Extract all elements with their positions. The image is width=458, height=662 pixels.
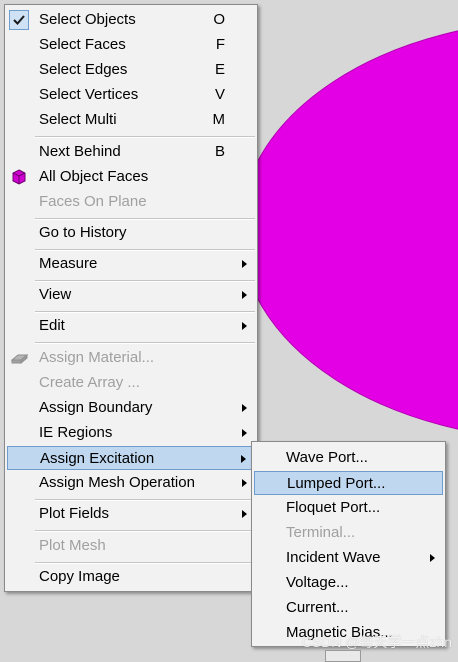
menu-item-shortcut: F xyxy=(215,36,225,53)
menu-item-label: Select Faces xyxy=(39,36,126,53)
submenu-item-floquet-port[interactable]: Floquet Port... xyxy=(252,496,445,520)
menu-item-label: Lumped Port... xyxy=(287,475,386,492)
menu-item-shortcut: B xyxy=(214,143,225,160)
menu-item-label: Select Multi xyxy=(39,111,117,128)
menu-item-label: Faces On Plane xyxy=(39,193,147,210)
submenu-arrow-icon xyxy=(242,260,247,268)
menu-item-assign-excitation[interactable]: Assign Excitation xyxy=(7,446,255,470)
menu-item-shortcut: E xyxy=(214,61,225,78)
3d-viewport[interactable]: Select Objects O Select Faces F Select E… xyxy=(0,0,458,662)
submenu-item-voltage[interactable]: Voltage... xyxy=(252,571,445,595)
menu-item-label: Next Behind xyxy=(39,143,121,160)
menu-item-plot-fields[interactable]: Plot Fields xyxy=(5,502,257,526)
menu-item-select-edges[interactable]: Select Edges E xyxy=(5,58,257,82)
watermark: CSDN @每天学一点zhn xyxy=(301,634,452,650)
menu-item-label: Wave Port... xyxy=(286,449,368,466)
submenu-arrow-icon xyxy=(242,291,247,299)
menu-item-view[interactable]: View xyxy=(5,283,257,307)
submenu-item-incident-wave[interactable]: Incident Wave xyxy=(252,546,445,570)
menu-item-edit[interactable]: Edit xyxy=(5,314,257,338)
menu-item-label: Assign Excitation xyxy=(40,450,155,467)
submenu-item-terminal[interactable]: Terminal... xyxy=(252,521,445,545)
menu-separator xyxy=(35,562,255,564)
menu-separator xyxy=(35,311,255,313)
menu-item-copy-image[interactable]: Copy Image xyxy=(5,565,257,589)
menu-item-select-vertices[interactable]: Select Vertices V xyxy=(5,83,257,107)
menu-item-shortcut: O xyxy=(213,11,225,28)
menu-separator xyxy=(35,530,255,532)
menu-separator xyxy=(35,342,255,344)
menu-item-label: Voltage... xyxy=(286,574,349,591)
submenu-arrow-icon xyxy=(242,479,247,487)
submenu-arrow-icon xyxy=(430,554,435,562)
submenu-arrow-icon xyxy=(242,429,247,437)
menu-item-label: Select Vertices xyxy=(39,86,139,103)
menu-item-label: Incident Wave xyxy=(286,549,381,566)
menu-item-label: Assign Material... xyxy=(39,349,155,366)
cube-icon xyxy=(9,167,29,187)
menu-item-select-multi[interactable]: Select Multi M xyxy=(5,108,257,132)
menu-item-go-to-history[interactable]: Go to History xyxy=(5,221,257,245)
menu-item-label: All Object Faces xyxy=(39,168,149,185)
menu-item-label: IE Regions xyxy=(39,424,113,441)
menu-item-ie-regions[interactable]: IE Regions xyxy=(5,421,257,445)
menu-item-label: Edit xyxy=(39,317,65,334)
menu-item-label: Select Objects xyxy=(39,11,136,28)
submenu-item-current[interactable]: Current... xyxy=(252,596,445,620)
cylinder-face[interactable] xyxy=(239,20,458,440)
menu-item-label: Create Array ... xyxy=(39,374,140,391)
menu-separator xyxy=(35,136,255,138)
menu-item-label: Go to History xyxy=(39,224,127,241)
submenu-arrow-icon xyxy=(242,510,247,518)
submenu-arrow-icon xyxy=(242,322,247,330)
menu-item-select-faces[interactable]: Select Faces F xyxy=(5,33,257,57)
context-menu: Select Objects O Select Faces F Select E… xyxy=(4,4,258,592)
menu-item-plot-mesh[interactable]: Plot Mesh xyxy=(5,534,257,558)
menu-item-label: Current... xyxy=(286,599,349,616)
submenu-arrow-icon xyxy=(241,455,246,463)
menu-item-measure[interactable]: Measure xyxy=(5,252,257,276)
excitation-submenu: Wave Port... Lumped Port... Floquet Port… xyxy=(251,441,446,647)
submenu-item-lumped-port[interactable]: Lumped Port... xyxy=(254,471,443,495)
menu-separator xyxy=(35,249,255,251)
menu-item-faces-on-plane[interactable]: Faces On Plane xyxy=(5,190,257,214)
menu-item-label: View xyxy=(39,286,72,303)
menu-item-label: Measure xyxy=(39,255,98,272)
submenu-item-wave-port[interactable]: Wave Port... xyxy=(252,446,445,470)
menu-item-label: Plot Fields xyxy=(39,505,110,522)
menu-item-shortcut: V xyxy=(214,86,225,103)
menu-item-label: Copy Image xyxy=(39,568,120,585)
menu-item-label: Terminal... xyxy=(286,524,356,541)
menu-item-label: Floquet Port... xyxy=(286,499,381,516)
menu-separator xyxy=(35,499,255,501)
menu-item-next-behind[interactable]: Next Behind B xyxy=(5,140,257,164)
menu-item-label: Plot Mesh xyxy=(39,537,106,554)
menu-item-label: Select Edges xyxy=(39,61,128,78)
submenu-arrow-icon xyxy=(242,404,247,412)
menu-item-select-objects[interactable]: Select Objects O xyxy=(5,8,257,32)
menu-item-assign-material[interactable]: Assign Material... xyxy=(5,346,257,370)
checkmark-icon xyxy=(9,10,29,30)
material-icon xyxy=(9,348,29,368)
menu-separator xyxy=(35,218,255,220)
menu-item-label: Assign Mesh Operation xyxy=(39,474,195,491)
menu-item-shortcut: M xyxy=(212,111,226,128)
menu-separator xyxy=(35,280,255,282)
menu-item-all-object-faces[interactable]: All Object Faces xyxy=(5,165,257,189)
menu-item-assign-boundary[interactable]: Assign Boundary xyxy=(5,396,257,420)
menu-item-label: Assign Boundary xyxy=(39,399,153,416)
menu-item-assign-mesh-operation[interactable]: Assign Mesh Operation xyxy=(5,471,257,495)
menu-item-create-array[interactable]: Create Array ... xyxy=(5,371,257,395)
